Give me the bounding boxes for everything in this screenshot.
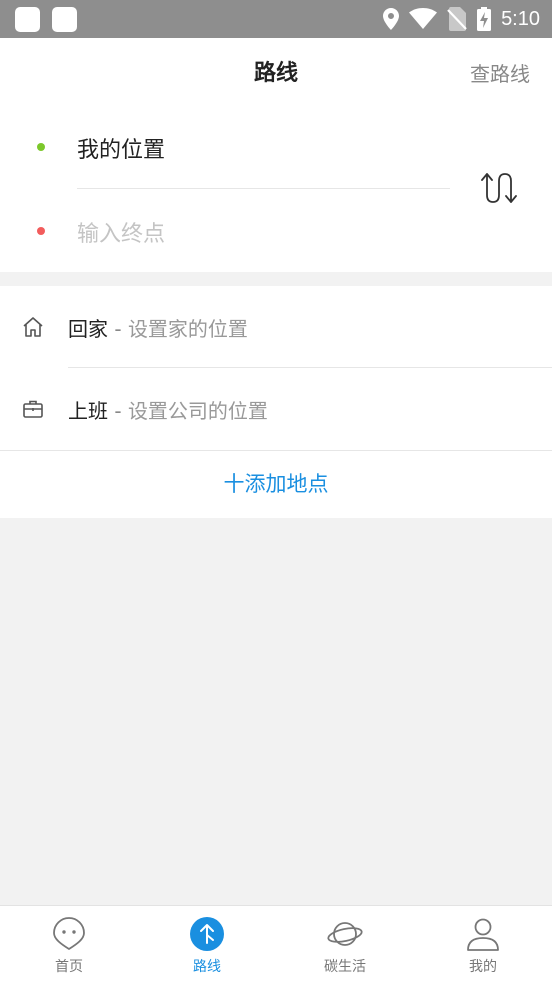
status-bar: 5:10 bbox=[0, 0, 552, 38]
route-arrow-icon bbox=[190, 917, 224, 951]
notification-icon bbox=[52, 7, 77, 32]
add-place-button[interactable]: 十添加地点 bbox=[0, 451, 552, 518]
home-shortcut-text: 回家 - 设置家的位置 bbox=[68, 313, 248, 342]
shortcut-list: 回家 - 设置家的位置 上班 - 设置公司的位置 十添加地点 bbox=[0, 286, 552, 518]
home-icon bbox=[23, 317, 43, 337]
location-icon bbox=[383, 8, 400, 30]
work-shortcut-text: 上班 - 设置公司的位置 bbox=[68, 395, 268, 424]
route-input-card: 我的位置 输入终点 bbox=[0, 106, 552, 272]
start-dot bbox=[37, 143, 45, 151]
query-route-button[interactable]: 查路线 bbox=[470, 58, 530, 87]
tab-carbon-life[interactable]: 碳生活 bbox=[276, 906, 414, 981]
clock: 5:10 bbox=[501, 7, 540, 30]
start-location-input[interactable]: 我的位置 bbox=[77, 132, 165, 164]
end-dot bbox=[37, 227, 45, 235]
battery-charging-icon bbox=[477, 7, 492, 31]
no-sim-icon bbox=[447, 7, 467, 31]
tab-label: 路线 bbox=[193, 959, 221, 975]
planet-icon bbox=[327, 922, 363, 946]
destination-input[interactable]: 输入终点 bbox=[77, 216, 165, 248]
home-face-icon bbox=[53, 917, 85, 950]
tab-home[interactable]: 首页 bbox=[0, 906, 138, 981]
user-icon bbox=[467, 918, 499, 951]
home-label: 回家 bbox=[68, 317, 108, 341]
notification-icon bbox=[15, 7, 40, 32]
work-shortcut-row[interactable]: 上班 - 设置公司的位置 bbox=[0, 368, 552, 450]
divider bbox=[77, 188, 450, 189]
briefcase-icon bbox=[23, 400, 43, 418]
work-hint: 设置公司的位置 bbox=[127, 399, 268, 423]
tab-label: 首页 bbox=[55, 959, 83, 975]
tab-label: 碳生活 bbox=[324, 959, 366, 975]
wifi-icon bbox=[409, 8, 438, 29]
separator: - bbox=[108, 317, 128, 341]
bottom-tab-bar: 首页 路线 碳生活 我的 bbox=[0, 905, 552, 981]
home-shortcut-row[interactable]: 回家 - 设置家的位置 bbox=[0, 286, 552, 368]
swap-icon[interactable] bbox=[478, 168, 522, 208]
tab-route[interactable]: 路线 bbox=[138, 906, 276, 981]
separator: - bbox=[108, 399, 128, 423]
tab-label: 我的 bbox=[469, 959, 497, 975]
work-label: 上班 bbox=[68, 399, 108, 423]
home-hint: 设置家的位置 bbox=[127, 317, 248, 341]
status-icons: 5:10 bbox=[383, 0, 540, 38]
header: 路线 查路线 bbox=[0, 38, 552, 106]
tab-mine[interactable]: 我的 bbox=[414, 906, 552, 981]
